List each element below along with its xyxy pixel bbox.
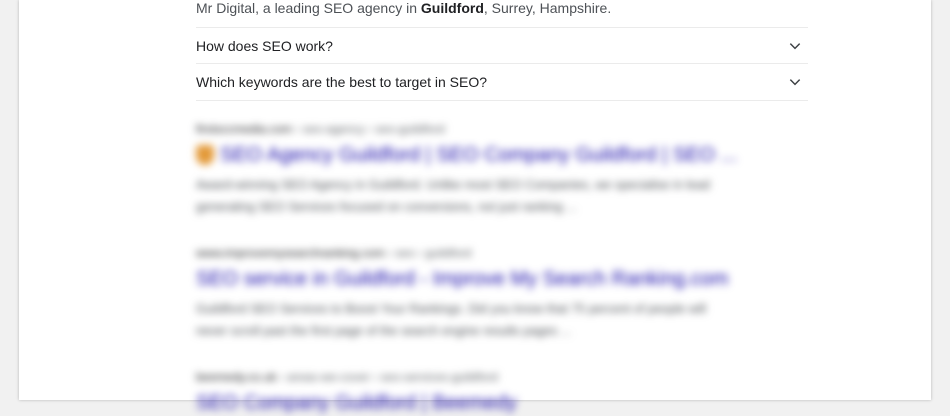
- result-title-link[interactable]: SEO Agency Guildford | SEO Company Guild…: [196, 142, 808, 168]
- faq-question: How does SEO work?: [196, 38, 333, 54]
- result-title-text: SEO Agency Guildford | SEO Company Guild…: [220, 144, 738, 166]
- result-description: Award-winning SEO Agency in Guildford. U…: [196, 174, 808, 218]
- search-result: beemedy.co.uk › areas-we-cover › seo-ser…: [196, 368, 808, 416]
- result-title-link[interactable]: SEO service in Guildford - Improve My Se…: [196, 266, 808, 292]
- shield-favicon-icon: [196, 145, 214, 165]
- snippet-bold-keyword: Guildford: [420, 0, 484, 16]
- result-title-text: SEO service in Guildford - Improve My Se…: [196, 268, 729, 290]
- search-results-card: Mr Digital, a leading SEO agency in Guil…: [19, 0, 931, 414]
- people-also-ask-item[interactable]: Which keywords are the best to target in…: [196, 63, 808, 101]
- chevron-down-icon: [789, 43, 801, 50]
- description-line: generating SEO Services focused on conve…: [196, 200, 577, 214]
- people-also-ask-item[interactable]: How does SEO work?: [196, 27, 808, 64]
- result-breadcrumb: › areas-we-cover › seo-services-guildfor…: [276, 370, 498, 384]
- result-breadcrumb: › seo-agency › seo-guildford: [292, 122, 445, 136]
- description-line: Award-winning SEO Agency in Guildford. U…: [196, 178, 710, 192]
- description-line: never scroll past the first page of the …: [196, 324, 572, 338]
- result-title-text: SEO Company Guildford | Beemedy: [196, 392, 517, 414]
- result-domain: www.improvemysearchranking.com: [196, 246, 385, 260]
- result-url[interactable]: beemedy.co.uk › areas-we-cover › seo-ser…: [196, 368, 808, 386]
- snippet-text: Mr Digital, a leading SEO agency in: [196, 0, 421, 16]
- result-url[interactable]: www.improvemysearchranking.com › seo › g…: [196, 244, 808, 262]
- result-url[interactable]: firstsccmedia.com › seo-agency › seo-gui…: [196, 120, 808, 138]
- chevron-down-icon: [789, 79, 801, 86]
- result-domain: beemedy.co.uk: [196, 370, 277, 384]
- search-result: firstsccmedia.com › seo-agency › seo-gui…: [196, 120, 808, 218]
- snippet-text-end: , Surrey, Hampshire.: [483, 0, 612, 16]
- description-line: Guildford SEO Services to Boost Your Ran…: [196, 302, 707, 316]
- result-description: Guildford SEO Services to Boost Your Ran…: [196, 298, 808, 342]
- result-breadcrumb: › seo › guildford: [384, 246, 472, 260]
- result-title-link[interactable]: SEO Company Guildford | Beemedy: [196, 390, 808, 416]
- result-domain: firstsccmedia.com: [196, 122, 293, 136]
- search-result: www.improvemysearchranking.com › seo › g…: [196, 244, 808, 342]
- faq-question: Which keywords are the best to target in…: [196, 74, 488, 90]
- featured-snippet-tail: Mr Digital, a leading SEO agency in Guil…: [196, 0, 808, 18]
